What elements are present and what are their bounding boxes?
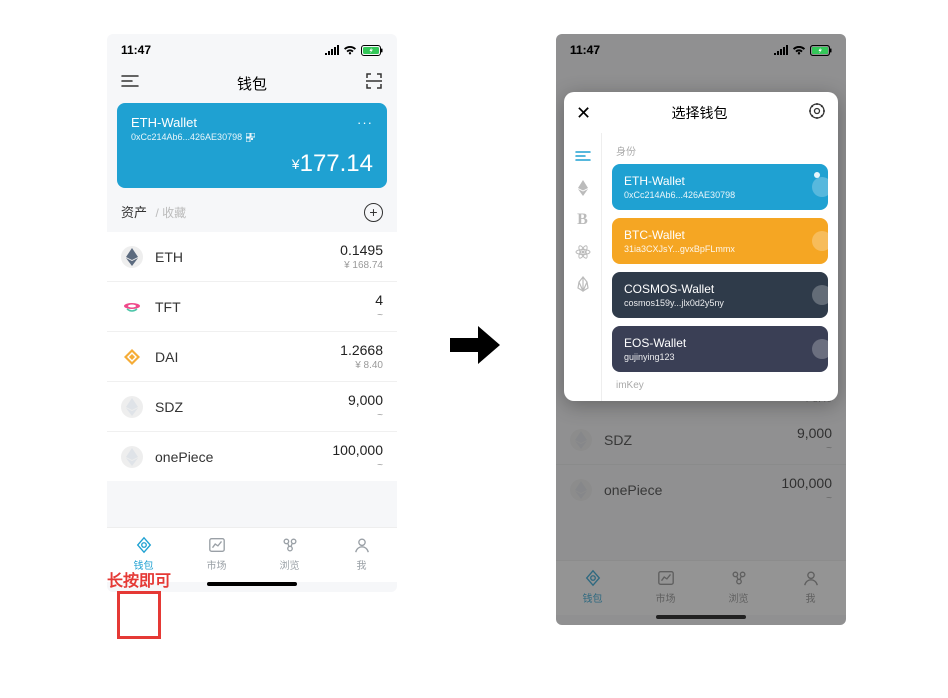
generic-token-icon [121,396,143,418]
eth-token-icon [121,246,143,268]
asset-amount: 0.1495 [340,242,383,258]
tab-market[interactable]: 市场 [207,536,227,572]
signal-icon [774,45,788,55]
wallet-name: ETH-Wallet [624,174,816,188]
sidebar-eos-icon[interactable] [574,275,592,293]
wallet-address: 0xCc214Ab6...426AE30798 [624,190,816,200]
asset-value: ~ [332,460,383,471]
tab-label: 市场 [207,557,227,572]
status-icons [325,45,383,56]
card-more-icon[interactable]: ··· [357,115,373,130]
arrow-icon [450,320,500,370]
wallet-card-cosmos[interactable]: COSMOS-Wallet cosmos159y...jlx0d2y5ny [612,272,828,318]
signal-icon [325,45,339,55]
wallet-name: COSMOS-Wallet [624,282,816,296]
asset-amount: 100,000 [332,442,383,458]
asset-value: ¥ 8.40 [340,360,383,371]
battery-icon [810,45,832,56]
qr-mini-icon[interactable] [246,133,255,142]
browse-tab-icon [281,536,299,554]
highlight-box [117,591,161,639]
asset-row[interactable]: ETH 0.1495 ¥ 168.74 [107,232,397,281]
instruction-text: 长按即可 [107,567,171,591]
balance-amount: 177.14 [300,150,373,177]
asset-symbol: onePiece [155,449,332,465]
wallet-address: 0xCc214Ab6...426AE30798 [131,132,242,142]
page-title: 钱包 [139,73,365,94]
wallet-type-sidebar: B [564,133,602,401]
wallet-name: ETH-Wallet [131,115,197,130]
asset-row[interactable]: DAI 1.2668 ¥ 8.40 [107,331,397,381]
favorites-tab[interactable]: / 收藏 [155,206,186,220]
tab-browse[interactable]: 浏览 [280,536,300,572]
asset-symbol: ETH [155,249,340,265]
asset-symbol: SDZ [155,399,348,415]
tft-token-icon [121,296,143,318]
wallet-card-eth[interactable]: ETH-Wallet 0xCc214Ab6...426AE30798 [612,164,828,210]
profile-tab-icon [353,536,371,554]
sidebar-cosmos-icon[interactable] [574,243,592,261]
wallet-name: EOS-Wallet [624,336,816,350]
asset-value: ~ [348,410,383,421]
balance-card[interactable]: ETH-Wallet ··· 0xCc214Ab6...426AE30798 ¥… [117,103,387,188]
asset-amount: 4 [375,292,383,308]
currency-symbol: ¥ [292,156,300,172]
assets-tab[interactable]: 资产 [121,205,147,220]
asset-row[interactable]: TFT 4 ~ [107,281,397,331]
asset-value: ¥ 168.74 [340,260,383,271]
select-wallet-sheet: ✕ 选择钱包 B 身份 ETH-Wallet 0xCc214Ab6...4 [564,92,838,401]
home-indicator[interactable] [207,582,297,586]
wallet-address: gujinying123 [624,352,816,362]
status-icons [774,45,832,56]
status-bar-overlay: 11:47 [556,34,846,66]
wallet-tab-icon [135,536,153,554]
menu-icon[interactable] [121,74,139,93]
tab-label: 我 [357,557,367,572]
wallet-card-eos[interactable]: EOS-Wallet gujinying123 [612,326,828,372]
generic-token-icon [121,446,143,468]
asset-symbol: TFT [155,299,375,315]
status-bar: 11:47 [107,34,397,66]
asset-amount: 9,000 [348,392,383,408]
app-header: 钱包 [107,66,397,103]
asset-value: ~ [375,310,383,321]
wallet-balance: ¥177.14 [131,150,373,178]
wifi-icon [343,45,357,55]
status-time: 11:47 [570,43,600,57]
tab-me[interactable]: 我 [353,536,371,572]
market-tab-icon [208,536,226,554]
wallet-address: 31ia3CXJsY...gvxBpFLmmx [624,244,816,254]
wallet-address: cosmos159y...jlx0d2y5ny [624,298,816,308]
sidebar-eth-icon[interactable] [574,179,592,197]
sheet-title: 选择钱包 [672,103,728,123]
battery-icon [361,45,383,56]
asset-list: ETH 0.1495 ¥ 168.74 TFT 4 ~ DAI 1.2668 ¥ 8.… [107,232,397,481]
scan-icon[interactable] [365,72,383,95]
wallet-name: BTC-Wallet [624,228,816,242]
sidebar-identity-icon[interactable] [574,147,592,165]
asset-amount: 1.2668 [340,342,383,358]
phone-screen-main: 11:47 钱包 ETH-Wallet ··· 0xCc214Ab6...426… [107,34,397,592]
dai-token-icon [121,346,143,368]
sheet-header: ✕ 选择钱包 [564,92,838,133]
phone-screen-select-wallet: 11:47 ¥ 8.40 SDZ 9,000~ onePiece 100,000… [556,34,846,625]
settings-button[interactable] [808,102,826,123]
asset-tabs: 资产 / 收藏 + [107,188,397,228]
add-asset-button[interactable]: + [364,203,383,222]
asset-row[interactable]: onePiece 100,000 ~ [107,431,397,481]
close-button[interactable]: ✕ [576,104,591,122]
status-time: 11:47 [121,43,151,57]
wallet-card-btc[interactable]: BTC-Wallet 31ia3CXJsY...gvxBpFLmmx [612,218,828,264]
asset-symbol: DAI [155,349,340,365]
wallet-section-label: 身份 [616,143,828,158]
tab-label: 浏览 [280,557,300,572]
wallet-section-imkey: imKey [616,380,828,391]
wifi-icon [792,45,806,55]
wallet-list: 身份 ETH-Wallet 0xCc214Ab6...426AE30798 BT… [602,133,838,401]
asset-row[interactable]: SDZ 9,000 ~ [107,381,397,431]
sidebar-btc-icon[interactable]: B [574,211,592,229]
